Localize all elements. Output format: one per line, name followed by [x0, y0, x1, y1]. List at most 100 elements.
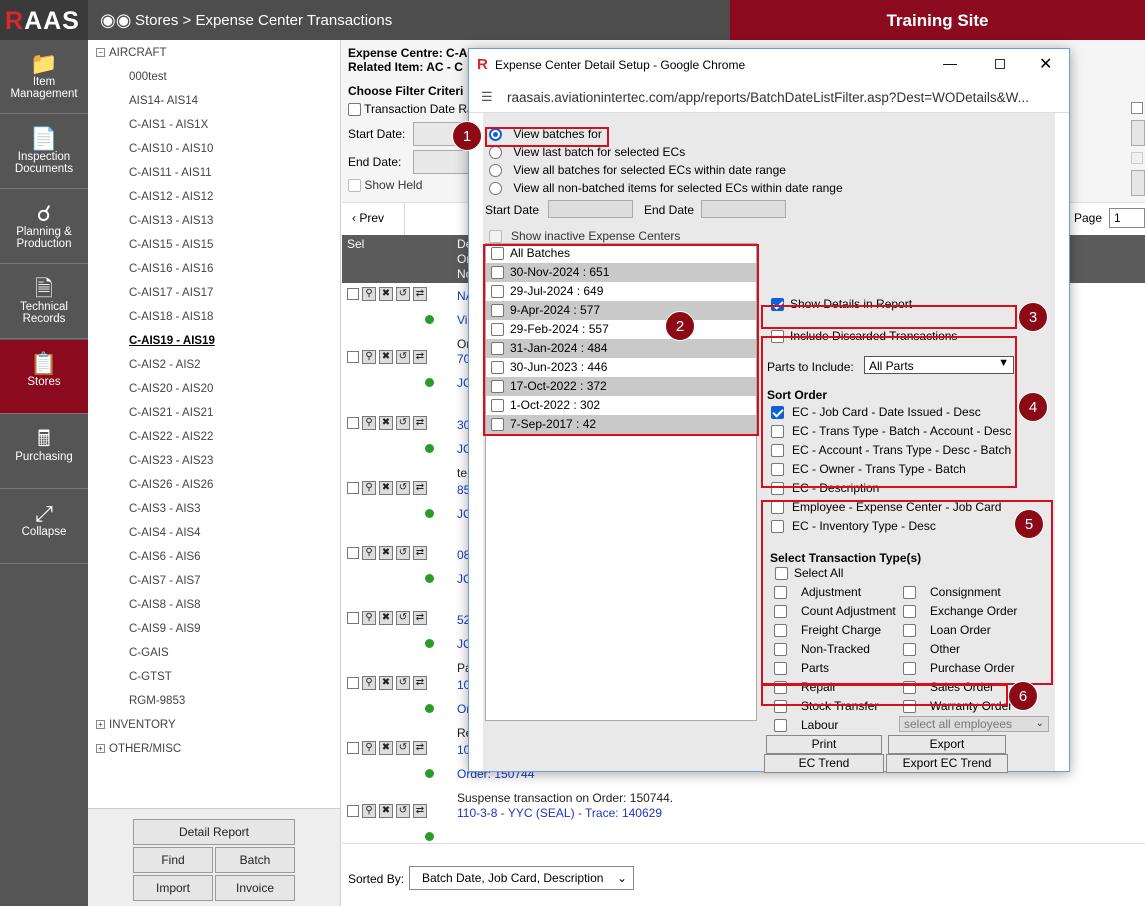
tree-item[interactable]: C-AIS3 - AIS3 [129, 503, 201, 515]
batch-button[interactable]: Batch [215, 847, 295, 873]
nav-planning-production[interactable]: ☌ Planning & Production [0, 190, 88, 264]
row-select-checkbox[interactable] [347, 805, 359, 817]
invoice-button[interactable]: Invoice [215, 875, 295, 901]
detail-report-button[interactable]: Detail Report [133, 819, 295, 845]
radio-view-all-batches[interactable]: View all batches for selected ECs within… [489, 163, 786, 178]
tree-item[interactable]: C-AIS22 - AIS22 [129, 431, 213, 443]
delete-icon[interactable]: ✖ [379, 804, 393, 818]
expand-icon[interactable]: + [96, 720, 105, 730]
nav-item-management[interactable]: 📁 Item Management [0, 40, 88, 114]
magnify-icon[interactable]: ⚲ [362, 676, 376, 690]
delete-icon[interactable]: ✖ [379, 546, 393, 560]
tree-item[interactable]: C-AIS18 - AIS18 [129, 311, 213, 323]
transaction-date-checkbox[interactable] [348, 103, 361, 117]
tree-item[interactable]: C-AIS4 - AIS4 [129, 527, 201, 539]
radio-view-all-batches-input[interactable] [489, 164, 502, 178]
delete-icon[interactable]: ✖ [379, 676, 393, 690]
side-button-2[interactable] [1131, 170, 1145, 196]
tree-item[interactable]: C-GTST [129, 671, 172, 683]
export-button[interactable]: Export [888, 735, 1006, 754]
undo-icon[interactable]: ↺ [396, 481, 410, 495]
nav-stores[interactable]: 📋 Stores [0, 340, 95, 414]
ec-trend-button[interactable]: EC Trend [764, 754, 884, 773]
delete-icon[interactable]: ✖ [379, 416, 393, 430]
radio-view-last-batch-input[interactable] [489, 146, 502, 160]
delete-icon[interactable]: ✖ [379, 481, 393, 495]
tree-item[interactable]: C-AIS23 - AIS23 [129, 455, 213, 467]
tree-item[interactable]: C-AIS16 - AIS16 [129, 263, 213, 275]
raas-logo[interactable]: RAAS [0, 0, 88, 40]
tree-item[interactable]: C-AIS1 - AIS1X [129, 119, 208, 131]
prev-button[interactable]: ‹ Prev [352, 211, 384, 225]
tree-item[interactable]: C-AIS10 - AIS10 [129, 143, 213, 155]
row-select-checkbox[interactable] [347, 417, 359, 429]
tree-item[interactable]: C-AIS21 - AIS21 [129, 407, 213, 419]
tree-item[interactable]: C-AIS19 - AIS19 [129, 335, 215, 347]
transaction-type-option[interactable]: Labour [774, 718, 838, 733]
binoculars-icon[interactable]: ◉◉ [100, 10, 131, 31]
dialog-end-date-input[interactable] [701, 200, 786, 218]
radio-view-non-batched[interactable]: View all non-batched items for selected … [489, 181, 843, 196]
tree-item[interactable]: C-AIS8 - AIS8 [129, 599, 201, 611]
tree-item[interactable]: C-AIS6 - AIS6 [129, 551, 201, 563]
transfer-icon[interactable]: ⇄ [413, 481, 427, 495]
row-select-checkbox[interactable] [347, 677, 359, 689]
tree-item[interactable]: C-AIS7 - AIS7 [129, 575, 201, 587]
print-button[interactable]: Print [766, 735, 882, 754]
minimize-icon[interactable]: — [943, 55, 957, 71]
transaction-type-checkbox[interactable] [774, 719, 787, 733]
end-date-input[interactable] [413, 150, 473, 174]
magnify-icon[interactable]: ⚲ [362, 741, 376, 755]
row-select-checkbox[interactable] [347, 288, 359, 300]
magnify-icon[interactable]: ⚲ [362, 611, 376, 625]
row-link[interactable]: Vi [457, 313, 467, 327]
collapse-icon[interactable]: − [96, 48, 105, 58]
tree-item[interactable]: C-AIS15 - AIS15 [129, 239, 213, 251]
radio-view-non-batched-input[interactable] [489, 182, 502, 196]
transfer-icon[interactable]: ⇄ [413, 350, 427, 364]
transfer-icon[interactable]: ⇄ [413, 804, 427, 818]
side-button[interactable] [1131, 120, 1145, 146]
tree-item[interactable]: C-AIS11 - AIS11 [129, 167, 212, 179]
dialog-start-date-input[interactable] [548, 200, 633, 218]
magnify-icon[interactable]: ⚲ [362, 416, 376, 430]
row-select-checkbox[interactable] [347, 612, 359, 624]
magnify-icon[interactable]: ⚲ [362, 481, 376, 495]
transaction-date-range[interactable]: Transaction Date Ra [348, 102, 474, 117]
row-select-checkbox[interactable] [347, 351, 359, 363]
tree-item[interactable]: C-AIS9 - AIS9 [129, 623, 201, 635]
row-select-checkbox[interactable] [347, 482, 359, 494]
undo-icon[interactable]: ↺ [396, 416, 410, 430]
tree-item[interactable]: C-GAIS [129, 647, 169, 659]
tree-section-inventory[interactable]: + INVENTORY [96, 719, 176, 731]
transfer-icon[interactable]: ⇄ [413, 546, 427, 560]
nav-collapse[interactable]: ⤢ Collapse [0, 490, 88, 564]
undo-icon[interactable]: ↺ [396, 804, 410, 818]
delete-icon[interactable]: ✖ [379, 287, 393, 301]
page-input[interactable]: 1 [1109, 208, 1145, 228]
row-select-checkbox[interactable] [347, 742, 359, 754]
tree-item[interactable]: 000test [129, 71, 167, 83]
transfer-icon[interactable]: ⇄ [413, 611, 427, 625]
export-ec-trend-button[interactable]: Export EC Trend [886, 754, 1008, 773]
tree-item[interactable]: C-AIS17 - AIS17 [129, 287, 213, 299]
undo-icon[interactable]: ↺ [396, 546, 410, 560]
nav-purchasing[interactable]: 🖩 Purchasing [0, 415, 88, 489]
site-settings-icon[interactable]: ☰ [481, 89, 493, 105]
magnify-icon[interactable]: ⚲ [362, 350, 376, 364]
transfer-icon[interactable]: ⇄ [413, 676, 427, 690]
employee-select[interactable]: select all employees ⌄ [899, 716, 1049, 732]
undo-icon[interactable]: ↺ [396, 287, 410, 301]
nav-technical-records[interactable]: 🗎 Technical Records [0, 265, 88, 339]
transfer-icon[interactable]: ⇄ [413, 287, 427, 301]
show-inactive-checkbox[interactable] [489, 230, 502, 244]
tree-item[interactable]: C-AIS26 - AIS26 [129, 479, 213, 491]
row-select-checkbox[interactable] [347, 547, 359, 559]
close-icon[interactable]: ✕ [1039, 54, 1052, 74]
delete-icon[interactable]: ✖ [379, 350, 393, 364]
show-inactive-option[interactable]: Show inactive Expense Centers [489, 229, 680, 244]
tree-item[interactable]: C-AIS2 - AIS2 [129, 359, 201, 371]
radio-view-last-batch[interactable]: View last batch for selected ECs [489, 145, 685, 160]
magnify-icon[interactable]: ⚲ [362, 804, 376, 818]
tree-item[interactable]: C-AIS20 - AIS20 [129, 383, 213, 395]
